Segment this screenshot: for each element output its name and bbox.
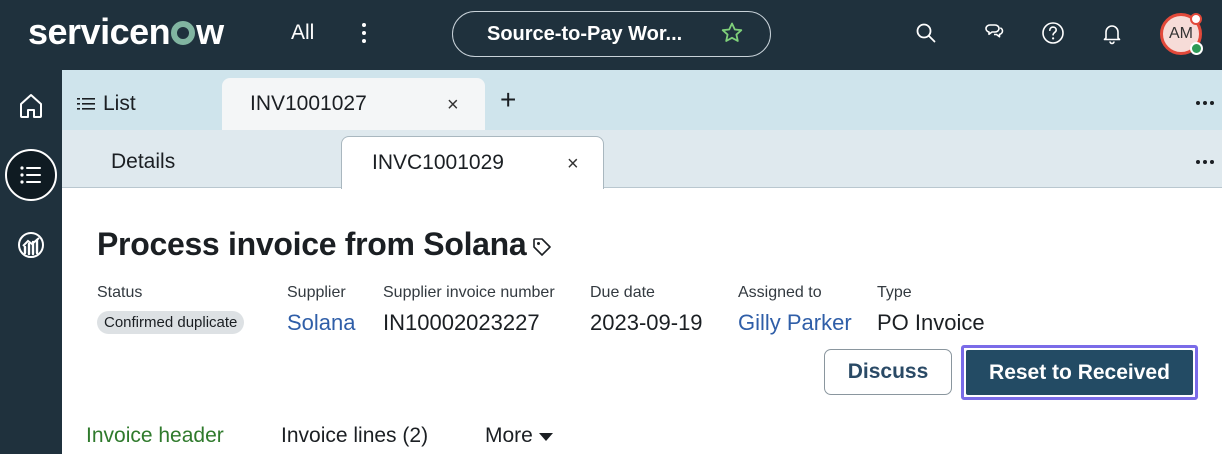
analytics-icon[interactable] [0, 217, 62, 273]
field-label: Assigned to [738, 284, 822, 301]
field-label: Status [97, 284, 143, 301]
subtab-more[interactable]: More [485, 424, 553, 448]
all-menu-button[interactable]: All [291, 21, 314, 45]
subtab-invoice-header[interactable]: Invoice header [86, 424, 224, 448]
more-options-icon[interactable] [1196, 101, 1214, 105]
field-supplier-invoice-number: Supplier invoice number IN10002023227 [383, 284, 555, 336]
tab-label: INV1001027 [250, 92, 367, 115]
logo-text-end: w [196, 11, 224, 52]
tab-label: INVC1001029 [372, 151, 504, 174]
field-value: PO Invoice [877, 310, 985, 335]
field-due-date: Due date 2023-09-19 [590, 284, 703, 336]
subtab-invoice-lines[interactable]: Invoice lines (2) [281, 424, 428, 448]
field-type: Type PO Invoice [877, 284, 985, 336]
field-value: IN10002023227 [383, 310, 540, 335]
more-options-icon[interactable] [1196, 160, 1214, 164]
field-status: Status Confirmed duplicate [97, 284, 245, 334]
caret-down-icon [538, 433, 553, 441]
more-label: More [485, 424, 533, 447]
search-icon[interactable] [912, 19, 940, 47]
status-badge: Confirmed duplicate [97, 311, 245, 334]
page-title: Process invoice from Solana [97, 226, 527, 262]
workspace-selector[interactable]: Source-to-Pay Wor... [452, 11, 771, 57]
field-value: 2023-09-19 [590, 310, 703, 335]
reset-to-received-button[interactable]: Reset to Received [966, 350, 1193, 395]
avatar-initials: AM [1169, 25, 1193, 42]
list-tab-label: List [103, 92, 136, 115]
field-assigned-to: Assigned to Gilly Parker [738, 284, 852, 336]
close-icon[interactable]: × [567, 153, 579, 176]
field-label: Type [877, 284, 912, 301]
bell-icon[interactable] [1098, 19, 1126, 47]
logo-text: servicen [28, 11, 171, 52]
notification-dot-icon [1190, 13, 1202, 25]
more-menu-icon[interactable] [352, 19, 376, 47]
field-label: Supplier invoice number [383, 284, 555, 301]
field-label: Due date [590, 284, 655, 301]
servicenow-logo[interactable]: servicen w [28, 10, 224, 54]
tab-invc1001029[interactable]: INVC1001029 × [341, 136, 604, 189]
workspace-label: Source-to-Pay Wor... [487, 22, 683, 45]
home-icon[interactable] [0, 78, 62, 134]
top-navigation-bar: servicen w All Source-to-Pay Wor... AM [0, 0, 1222, 70]
add-tab-icon[interactable]: + [500, 86, 516, 114]
discuss-button[interactable]: Discuss [824, 349, 952, 395]
supplier-link[interactable]: Solana [287, 310, 356, 336]
list-icon[interactable] [5, 149, 57, 201]
field-supplier: Supplier Solana [287, 284, 356, 336]
tag-icon[interactable] [531, 236, 553, 263]
logo-o-icon [171, 21, 196, 45]
help-icon[interactable] [1039, 19, 1067, 47]
field-label: Supplier [287, 284, 346, 301]
left-navigation-rail [0, 70, 62, 454]
primary-tab-bar: List INV1001027 × + [62, 70, 1222, 130]
close-icon[interactable]: × [447, 94, 459, 117]
tab-inv1001027[interactable]: INV1001027 × [222, 78, 485, 130]
user-avatar[interactable]: AM [1160, 13, 1203, 55]
tab-details[interactable]: Details [111, 150, 175, 174]
assignee-link[interactable]: Gilly Parker [738, 310, 852, 336]
list-lines-icon [77, 98, 95, 110]
star-icon[interactable] [720, 21, 744, 50]
online-status-icon [1190, 42, 1203, 55]
list-nav-item[interactable] [0, 147, 62, 203]
list-tab[interactable]: List [77, 92, 136, 116]
chat-icon[interactable] [981, 19, 1009, 47]
secondary-tab-bar: Details INVC1001029 × [62, 130, 1222, 189]
